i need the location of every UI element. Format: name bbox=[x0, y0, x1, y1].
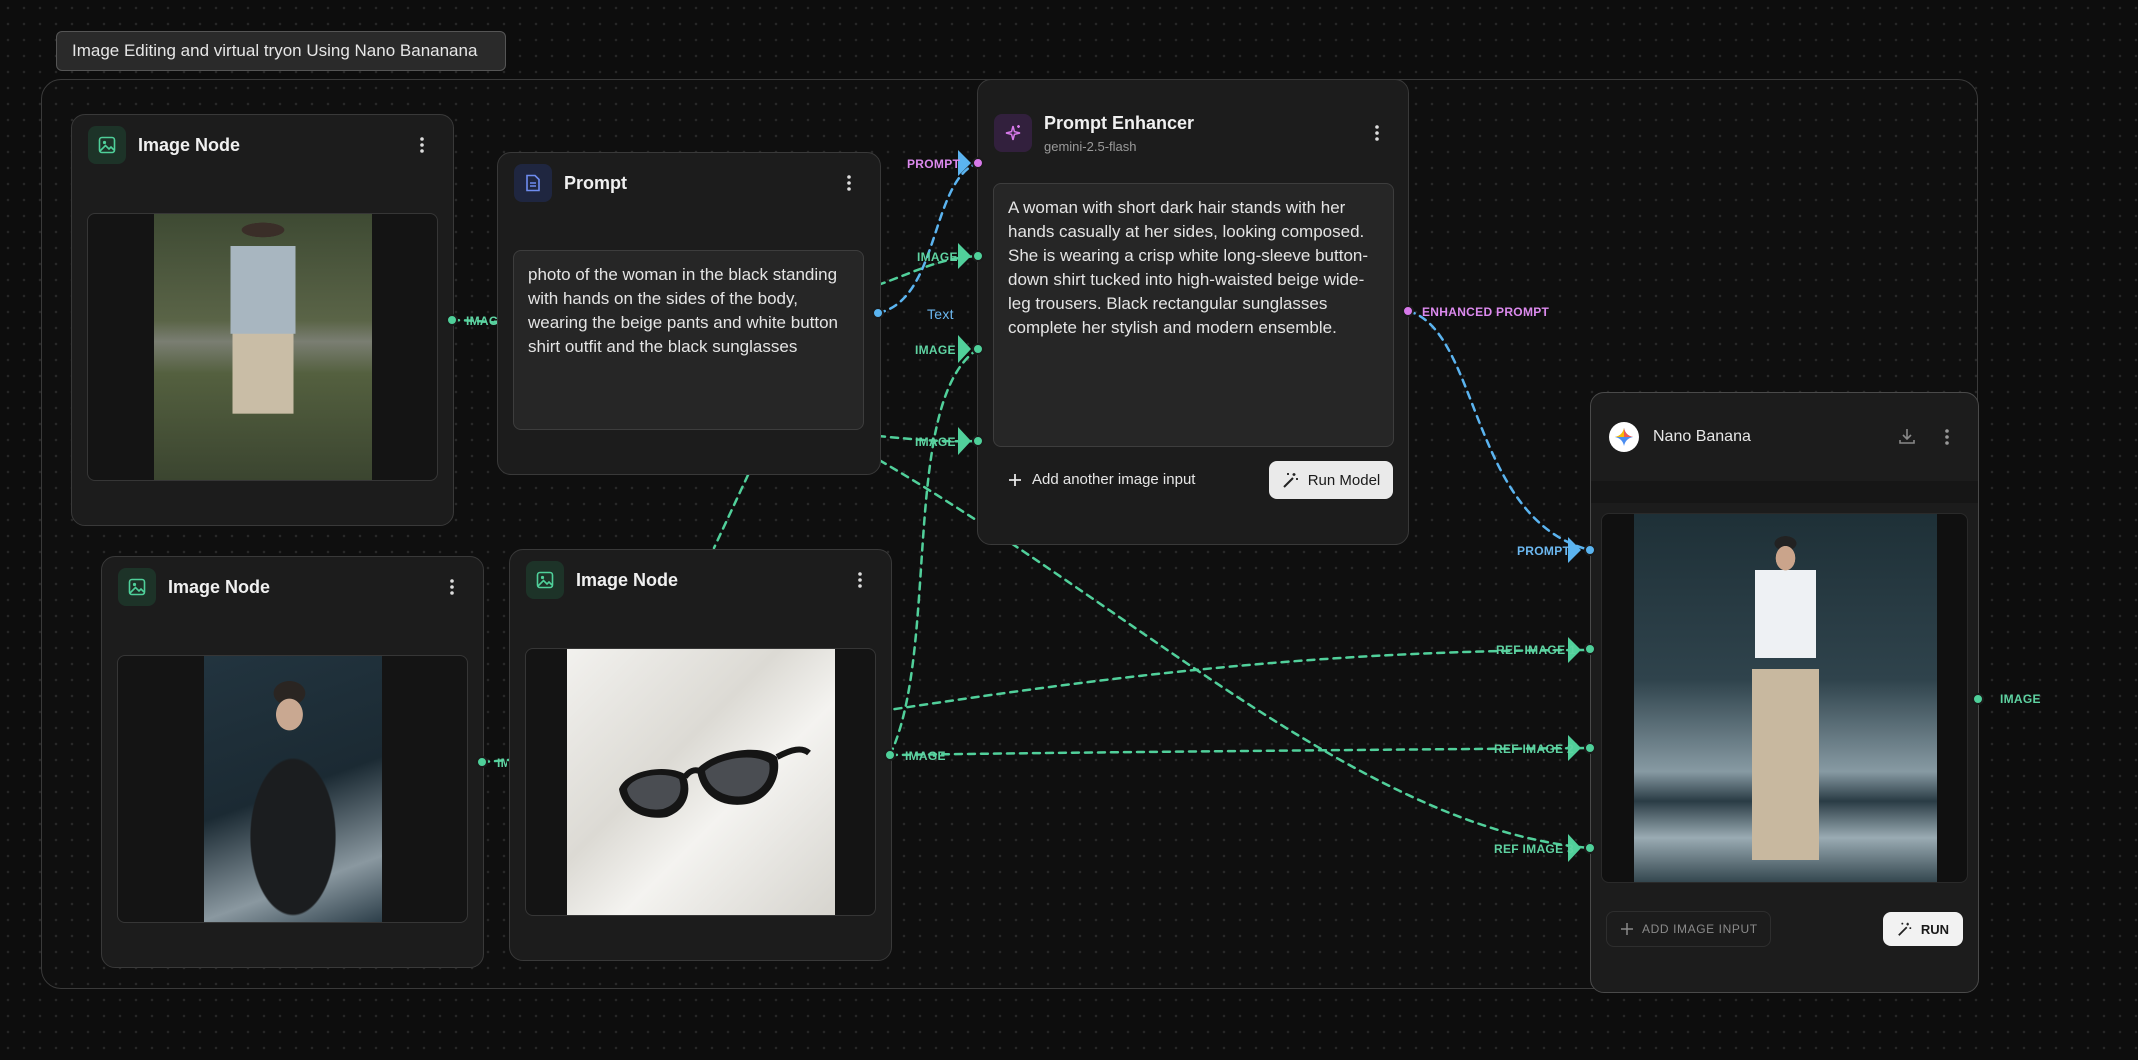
prompt-enhancer-node[interactable]: Prompt Enhancer gemini-2.5-flash A woman… bbox=[977, 79, 1409, 545]
image-node-1[interactable]: Image Node bbox=[71, 114, 454, 526]
node-header: Prompt Enhancer gemini-2.5-flash bbox=[994, 98, 1392, 168]
enhancer-image-input-port-3[interactable] bbox=[972, 435, 984, 447]
prompt-node[interactable]: Prompt photo of the woman in the black s… bbox=[497, 152, 881, 475]
image-node-3-output-port[interactable] bbox=[884, 749, 896, 761]
node-header: Image Node bbox=[118, 557, 467, 617]
enhancer-image-input-label-1: IMAGE bbox=[917, 250, 958, 264]
nano-output-label: IMAGE bbox=[2000, 692, 2041, 706]
node-header: Image Node bbox=[526, 550, 875, 610]
enhanced-output-text[interactable]: A woman with short dark hair stands with… bbox=[993, 183, 1394, 447]
image-preview[interactable] bbox=[117, 655, 468, 923]
enhancer-image-input-label-3: IMAGE bbox=[915, 435, 956, 449]
plus-icon bbox=[1621, 923, 1633, 935]
enhancer-image-input-port-1[interactable] bbox=[972, 250, 984, 262]
image-node-2-output-port[interactable] bbox=[476, 756, 488, 768]
more-options-icon[interactable] bbox=[1938, 425, 1956, 449]
image-node-3-output-label: IMAGE bbox=[905, 749, 946, 763]
image-icon bbox=[118, 568, 156, 606]
node-header: Prompt bbox=[514, 153, 864, 213]
node-title: Image Node bbox=[168, 576, 271, 597]
image-node-2[interactable]: Image Node bbox=[101, 556, 484, 968]
nano-banana-node[interactable]: Nano Banana ADD IMAGE INPUT RUN bbox=[1590, 392, 1979, 993]
add-image-input-button[interactable]: Add another image input bbox=[1008, 471, 1195, 488]
more-options-icon[interactable] bbox=[1368, 121, 1386, 145]
node-title: Prompt bbox=[564, 172, 627, 193]
enhancer-prompt-input-label: PROMPT bbox=[907, 157, 961, 171]
generated-tryon-photo bbox=[1634, 514, 1937, 882]
image-icon bbox=[88, 126, 126, 164]
woman-beige-outfit-photo bbox=[154, 214, 372, 480]
node-header: Nano Banana bbox=[1609, 393, 1962, 481]
group-title[interactable]: Image Editing and virtual tryon Using Na… bbox=[56, 31, 506, 71]
nano-ref-image-port-3[interactable] bbox=[1584, 842, 1596, 854]
image-preview[interactable] bbox=[87, 213, 438, 481]
nano-output-port[interactable] bbox=[1972, 693, 1984, 705]
prompt-output-label: Text bbox=[927, 306, 954, 322]
generated-image-preview[interactable] bbox=[1601, 513, 1968, 883]
nano-ref-image-label-3: REF IMAGE 3 bbox=[1494, 842, 1574, 856]
image-node-1-output-port[interactable] bbox=[446, 314, 458, 326]
prompt-textarea[interactable]: photo of the woman in the black standing… bbox=[513, 250, 864, 430]
nano-ref-image-port-1[interactable] bbox=[1584, 643, 1596, 655]
model-name: gemini-2.5-flash bbox=[1044, 138, 1137, 154]
nano-ref-image-label-1: REF IMAGE 1 bbox=[1496, 643, 1576, 657]
sparkle-icon bbox=[994, 114, 1032, 152]
document-icon bbox=[514, 164, 552, 202]
image-icon bbox=[526, 561, 564, 599]
woman-black-outfit-photo bbox=[204, 656, 382, 922]
enhanced-prompt-output-label: ENHANCED PROMPT bbox=[1422, 305, 1550, 319]
nano-ref-image-label-2: REF IMAGE 2 bbox=[1494, 742, 1574, 756]
run-label: RUN bbox=[1920, 921, 1950, 937]
enhanced-prompt-output-port[interactable] bbox=[1402, 305, 1414, 317]
enhancer-prompt-input-port[interactable] bbox=[972, 157, 984, 169]
magic-wand-icon bbox=[1283, 473, 1298, 488]
image-node-3[interactable]: Image Node bbox=[509, 549, 892, 961]
nano-ref-image-port-2[interactable] bbox=[1584, 742, 1596, 754]
more-options-icon[interactable] bbox=[413, 133, 431, 157]
sunglasses-photo bbox=[567, 649, 835, 915]
node-title: Image Node bbox=[576, 569, 679, 590]
add-image-input-button[interactable]: ADD IMAGE INPUT bbox=[1606, 911, 1771, 947]
node-title: Nano Banana bbox=[1653, 428, 1751, 445]
more-options-icon[interactable] bbox=[840, 171, 858, 195]
run-model-button[interactable]: Run Model bbox=[1269, 461, 1393, 499]
run-model-label: Run Model bbox=[1307, 471, 1381, 489]
enhancer-image-input-label-2: IMAGE bbox=[915, 343, 956, 357]
image-node-1-output-label: IMAGE bbox=[466, 314, 500, 328]
node-title: Prompt Enhancer bbox=[1044, 112, 1195, 133]
image-preview[interactable] bbox=[525, 648, 876, 916]
more-options-icon[interactable] bbox=[851, 568, 869, 592]
add-image-input-label: Add another image input bbox=[1032, 471, 1196, 488]
nano-prompt-input-label: PROMPT bbox=[1517, 544, 1571, 558]
enhancer-image-input-port-2[interactable] bbox=[972, 343, 984, 355]
plus-icon bbox=[1009, 473, 1021, 486]
add-image-input-label: ADD IMAGE INPUT bbox=[1642, 922, 1758, 936]
nano-prompt-input-port[interactable] bbox=[1584, 544, 1596, 556]
gemini-logo-icon bbox=[1609, 422, 1639, 452]
node-title: Image Node bbox=[138, 134, 241, 155]
node-header: Image Node bbox=[88, 115, 437, 175]
prompt-output-port[interactable] bbox=[872, 307, 884, 319]
magic-wand-icon bbox=[1898, 922, 1912, 936]
run-button[interactable]: RUN bbox=[1883, 912, 1963, 946]
image-node-2-output-label: IMAGE bbox=[497, 756, 507, 770]
download-icon[interactable] bbox=[1898, 427, 1916, 450]
more-options-icon[interactable] bbox=[443, 575, 461, 599]
toolbar-strip bbox=[1591, 481, 1978, 503]
